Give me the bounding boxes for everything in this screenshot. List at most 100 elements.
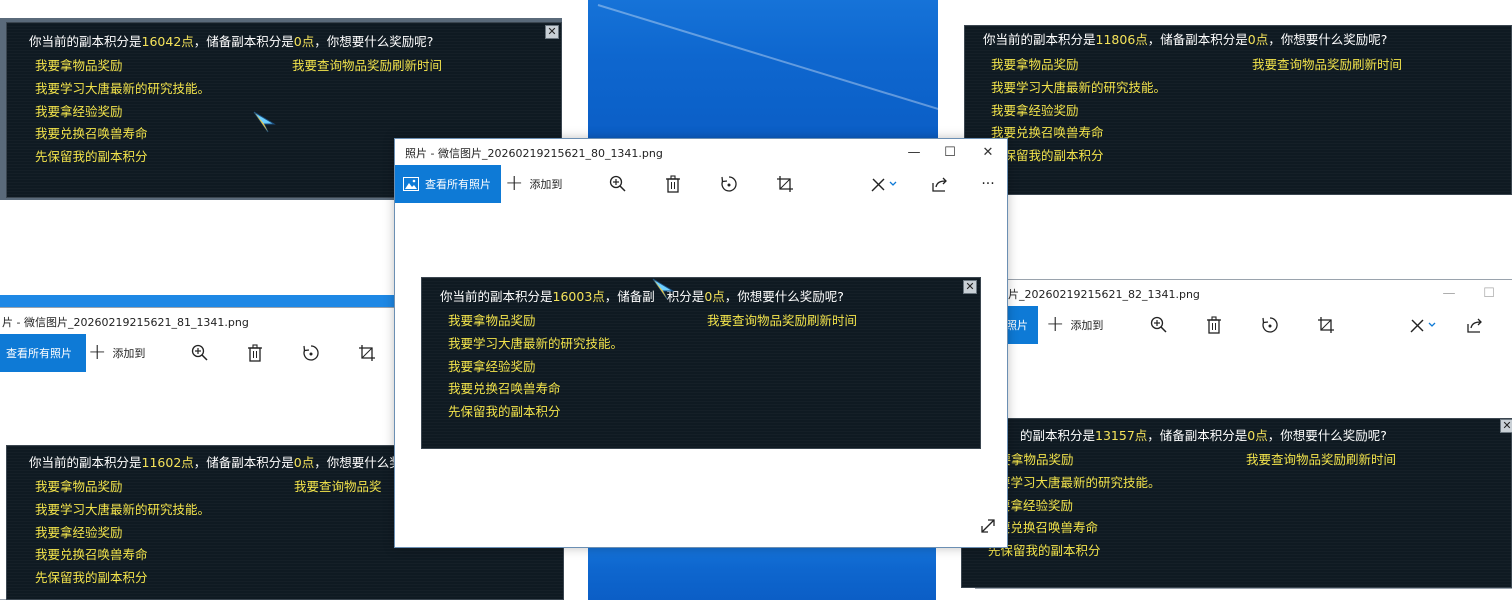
view-all-label: 查看所有照片 xyxy=(6,347,72,360)
view-all-photos-button[interactable]: 查看所有照片 xyxy=(0,334,86,372)
rotate-button[interactable] xyxy=(296,334,326,372)
crop-button[interactable] xyxy=(352,334,382,372)
option-learn-skill[interactable]: 我要学习大唐最新的研究技能。 xyxy=(991,77,1166,96)
reward-dialog-center: 你当前的副本积分是16003点，储备副 积分是0点，你想要什么奖励呢? ✕ 我要拿… xyxy=(421,277,981,449)
window-title: 片 - 微信图片_20260219215621_81_1341.png xyxy=(2,316,249,329)
close-icon: ✕ xyxy=(547,25,557,38)
crop-button[interactable] xyxy=(770,165,800,203)
option-refresh-time[interactable]: 我要查询物品奖励刷新时间 xyxy=(292,55,442,74)
option-item-reward[interactable]: 我要拿物品奖励 xyxy=(35,55,123,74)
option-refresh-time[interactable]: 我要查询物品奖励刷新时间 xyxy=(1252,54,1402,73)
add-to-button[interactable]: + 添加到 xyxy=(88,334,145,372)
dialog-close-button[interactable]: ✕ xyxy=(1500,419,1512,433)
crop-icon xyxy=(777,176,793,192)
viewer-titlebar[interactable]: 照片 - 微信图片_20260219215621_80_1341.png — ☐… xyxy=(395,139,1007,165)
share-button[interactable] xyxy=(1460,306,1490,344)
option-refresh-time[interactable]: 我要查询物品奖 xyxy=(294,476,382,495)
maximize-button[interactable]: ☐ xyxy=(1470,280,1508,306)
option-exp-reward[interactable]: 我要拿经验奖励 xyxy=(35,101,123,120)
option-learn-skill[interactable]: 我要学习大唐最新的研究技能。 xyxy=(35,78,210,97)
reward-prompt: 你当前的副本积分是16042点，储备副本积分是0点，你想要什么奖励呢? xyxy=(29,34,434,49)
delete-icon xyxy=(666,175,680,193)
close-button[interactable]: ✕ xyxy=(969,139,1007,165)
option-exp-reward[interactable]: 要拿经验奖励 xyxy=(998,495,1073,514)
option-learn-skill[interactable]: 我要学习大唐最新的研究技能。 xyxy=(448,333,623,352)
delete-icon xyxy=(1207,316,1221,334)
option-pet-lifespan[interactable]: 要兑换召唤兽寿命 xyxy=(998,517,1098,536)
cursor-icon xyxy=(652,278,675,300)
cursor-icon xyxy=(253,111,276,133)
minimize-button[interactable]: — xyxy=(895,139,933,165)
rotate-button[interactable] xyxy=(1255,306,1285,344)
edit-icon xyxy=(871,178,897,192)
delete-icon xyxy=(248,344,262,362)
dialog-close-button[interactable]: ✕ xyxy=(963,280,977,294)
share-icon xyxy=(1467,318,1482,333)
reserve-value: 0点 xyxy=(293,34,315,49)
viewer-titlebar: 片 - 微信图片_20260219215621_81_1341.png xyxy=(0,308,399,334)
rotate-icon xyxy=(721,176,737,192)
delete-button[interactable] xyxy=(658,165,688,203)
edit-button[interactable] xyxy=(865,165,905,203)
maximize-button[interactable]: ☐ xyxy=(931,139,969,165)
dialog-close-button[interactable]: ✕ xyxy=(545,25,559,39)
option-item-reward[interactable]: 我要拿物品奖励 xyxy=(991,54,1079,73)
option-pet-lifespan[interactable]: 我要兑换召唤兽寿命 xyxy=(35,544,148,563)
plus-icon: + xyxy=(1046,312,1065,337)
photo-viewer-window-front: 照片 - 微信图片_20260219215621_80_1341.png — ☐… xyxy=(394,138,1008,548)
option-exp-reward[interactable]: 我要拿经验奖励 xyxy=(448,356,536,375)
desktop-wallpaper-top xyxy=(588,0,962,140)
crop-button[interactable] xyxy=(1311,306,1341,344)
add-to-button[interactable]: + 添加到 xyxy=(505,165,562,203)
zoom-in-button[interactable] xyxy=(185,334,215,372)
zoom-in-button[interactable] xyxy=(1144,306,1174,344)
option-item-reward[interactable]: 我要拿物品奖励 xyxy=(448,310,536,329)
points-value: 11602点 xyxy=(141,455,194,470)
add-to-button[interactable]: + 添加到 xyxy=(1046,306,1103,344)
option-learn-skill[interactable]: 要学习大唐最新的研究技能。 xyxy=(998,472,1161,491)
add-to-label: 添加到 xyxy=(112,347,146,360)
zoom-in-icon xyxy=(1150,316,1167,333)
add-to-label: 添加到 xyxy=(1070,319,1104,332)
option-exp-reward[interactable]: 我要拿经验奖励 xyxy=(991,100,1079,119)
zoom-in-icon xyxy=(191,344,208,361)
rotate-icon xyxy=(303,345,319,361)
minimize-button[interactable]: — xyxy=(1430,280,1468,306)
option-pet-lifespan[interactable]: 我要兑换召唤兽寿命 xyxy=(448,378,561,397)
delete-button[interactable] xyxy=(1199,306,1229,344)
share-button[interactable] xyxy=(925,165,955,203)
expand-icon xyxy=(981,519,995,533)
minimize-icon: — xyxy=(907,144,921,160)
fullscreen-button[interactable] xyxy=(975,513,1001,539)
window-title: 照片 - 微信图片_20260219215621_80_1341.png xyxy=(405,147,663,160)
reward-prompt: 你当前的副本积分是16003点，储备副 积分是0点，你想要什么奖励呢? xyxy=(440,289,844,304)
option-item-reward[interactable]: 我要拿物品奖励 xyxy=(35,476,123,495)
reward-prompt: 你当前的副本积分是11806点，储备副本积分是0点，你想要什么奖励呢? xyxy=(983,32,1388,47)
more-button[interactable]: ··· xyxy=(973,165,1003,203)
viewer-toolbar: 照片 + 添加到 xyxy=(976,306,1512,344)
option-keep-points[interactable]: 先保留我的副本积分 xyxy=(35,567,148,586)
option-refresh-time[interactable]: 我要查询物品奖励刷新时间 xyxy=(707,310,857,329)
view-all-label: 查看所有照片 xyxy=(425,178,491,191)
plus-icon: + xyxy=(505,171,524,196)
taskbar-strip xyxy=(0,295,400,307)
option-pet-lifespan[interactable]: 我要兑换召唤兽寿命 xyxy=(35,123,148,142)
reserve-value: 0点 xyxy=(293,455,315,470)
option-keep-points[interactable]: 先保留我的副本积分 xyxy=(35,146,148,165)
rotate-icon xyxy=(1262,317,1278,333)
option-learn-skill[interactable]: 我要学习大唐最新的研究技能。 xyxy=(35,499,210,518)
zoom-in-button[interactable] xyxy=(603,165,633,203)
view-all-photos-button[interactable]: 查看所有照片 xyxy=(395,165,501,203)
option-keep-points[interactable]: 先保留我的副本积分 xyxy=(448,401,561,420)
desktop-wallpaper-bottom xyxy=(588,546,936,600)
reserve-value: 0点 xyxy=(1247,428,1268,443)
rotate-button[interactable] xyxy=(714,165,744,203)
points-value: 16003点 xyxy=(552,289,605,304)
option-exp-reward[interactable]: 我要拿经验奖励 xyxy=(35,522,123,541)
option-refresh-time[interactable]: 我要查询物品奖励刷新时间 xyxy=(1246,449,1396,468)
viewer-toolbar: 查看所有照片 + 添加到 ··· xyxy=(395,165,1007,203)
delete-button[interactable] xyxy=(240,334,270,372)
view-all-label: 照片 xyxy=(1006,319,1028,332)
edit-button[interactable] xyxy=(1404,306,1444,344)
points-value: 16042点 xyxy=(141,34,194,49)
